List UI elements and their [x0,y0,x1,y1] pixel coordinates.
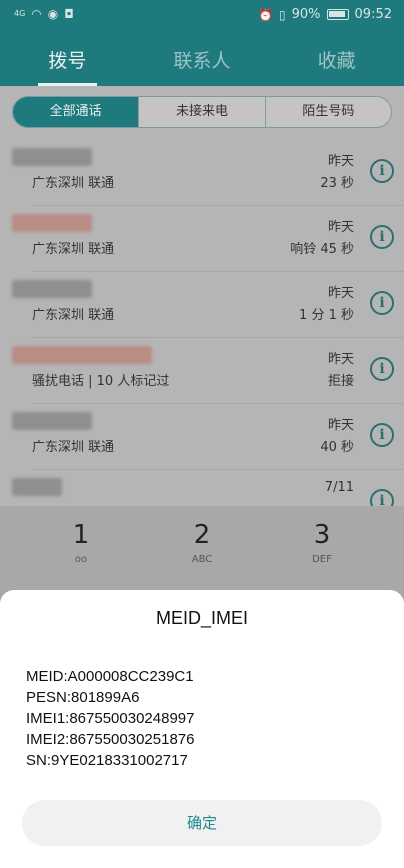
imei2-line: IMEI2:867550030251876 [26,731,195,748]
status-bar: 4G ◠ ◉ ◘ ⏰ ▯ 90% 09:52 [0,0,404,30]
blurred-caller-name [12,214,92,232]
clock: 09:52 [354,7,392,22]
battery-percent: 90% [291,7,321,22]
blurred-caller-name [12,346,152,364]
call-log: 全部通话 未接来电 陌生号码 广东深圳 联通 昨天 23 秒 i 广东深圳 联通… [0,86,404,506]
meid-imei-dialog: MEID_IMEI MEID:A000008CC239C1 PESN:80189… [0,590,404,868]
call-row[interactable]: 7/11 i [0,470,404,506]
call-row[interactable]: 广东深圳 联通 昨天 40 秒 i [0,404,404,470]
vibrate-icon: ▯ [279,7,286,22]
blurred-caller-name [12,148,92,166]
call-duration: 40 秒 [320,440,354,455]
call-day: 昨天 [327,286,354,301]
tab-dialer[interactable]: 拨号 [0,40,135,86]
blurred-caller-name [12,412,92,430]
call-location: 广东深圳 联通 [32,440,115,455]
alarm-icon: ⏰ [258,7,274,22]
info-icon[interactable]: i [370,357,394,381]
filter-unknown-numbers[interactable]: 陌生号码 [264,97,391,127]
dial-digit: 2 [193,520,211,550]
battery-icon [326,9,349,20]
info-icon[interactable]: i [370,291,394,315]
signal-icon: 4G [14,9,26,18]
pesn-line: PESN:801899A6 [26,689,140,706]
blurred-caller-name [12,478,62,496]
app-header: 4G ◠ ◉ ◘ ⏰ ▯ 90% 09:52 拨号 联系人 收藏 [0,0,404,86]
call-day: 7/11 [324,480,354,495]
info-icon[interactable]: i [370,423,394,447]
call-duration: 响铃 45 秒 [290,242,354,257]
filter-all-calls[interactable]: 全部通话 [13,97,139,127]
call-duration: 拒接 [327,374,354,389]
dial-letters: DEF [312,554,332,565]
call-location: 广东深圳 联通 [32,308,115,323]
info-icon[interactable]: i [370,159,394,183]
dial-digit: 3 [313,520,331,550]
call-day: 昨天 [327,220,354,235]
info-icon[interactable]: i [370,225,394,249]
call-day: 昨天 [327,418,354,433]
call-row[interactable]: 广东深圳 联通 昨天 响铃 45 秒 i [0,206,404,272]
call-row[interactable]: 广东深圳 联通 昨天 23 秒 i [0,140,404,206]
dial-key-1[interactable]: 1 ᴏᴏ [41,520,121,565]
call-day: 昨天 [327,154,354,169]
call-row[interactable]: 骚扰电话 | 10 人标记过 昨天 拒接 i [0,338,404,404]
call-day: 昨天 [327,352,354,367]
dial-letters: ABC [191,554,213,565]
tab-contacts[interactable]: 联系人 [135,40,270,86]
info-icon[interactable]: i [370,489,394,506]
call-location: 广东深圳 联通 [32,242,115,257]
tab-bar: 拨号 联系人 收藏 [0,40,404,86]
tab-favorites[interactable]: 收藏 [269,40,404,86]
wifi-icon: ◠ [31,7,42,21]
eye-icon: ◉ [47,7,59,21]
call-filter: 全部通话 未接来电 陌生号码 [12,96,392,128]
call-duration: 23 秒 [320,176,354,191]
call-row[interactable]: 广东深圳 联通 昨天 1 分 1 秒 i [0,272,404,338]
dial-digit: 1 [72,520,90,550]
blurred-caller-name [12,280,92,298]
dial-key-3[interactable]: 3 DEF [282,520,362,565]
dialog-title: MEID_IMEI [155,608,248,628]
call-location: 广东深圳 联通 [32,176,115,191]
dialog-content: MEID:A000008CC239C1 PESN:801899A6 IMEI1:… [26,666,194,771]
dial-key-2[interactable]: 2 ABC [162,520,242,565]
shield-icon: ◘ [64,7,74,21]
voicemail-icon: ᴏᴏ [74,554,88,565]
meid-line: MEID:A000008CC239C1 [26,668,194,685]
filter-missed-calls[interactable]: 未接来电 [138,97,264,127]
imei1-line: IMEI1:867550030248997 [26,710,195,727]
call-location: 骚扰电话 | 10 人标记过 [32,374,170,389]
confirm-button[interactable]: 确定 [22,800,382,846]
sn-line: SN:9YE0218331002717 [26,752,188,769]
call-duration: 1 分 1 秒 [299,308,354,323]
